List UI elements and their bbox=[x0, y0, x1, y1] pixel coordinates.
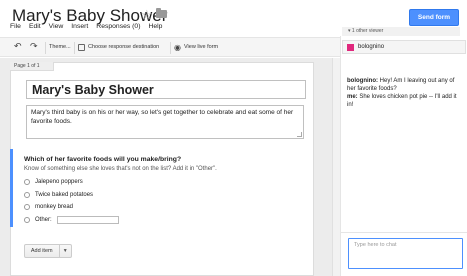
form-description-field[interactable]: Mary's third baby is on his or her way, … bbox=[26, 105, 304, 139]
chat-divider bbox=[340, 232, 467, 233]
question-help-text: Know of something else she loves that's … bbox=[24, 166, 217, 172]
menu-insert[interactable]: Insert bbox=[71, 23, 88, 35]
response-destination-button[interactable]: Choose response destination bbox=[78, 42, 159, 53]
star-icon[interactable]: ☆ bbox=[141, 7, 153, 23]
caret-down-icon: ▾ bbox=[348, 28, 351, 34]
folder-icon[interactable] bbox=[156, 8, 167, 18]
toolbar-divider bbox=[45, 42, 46, 54]
option-label: Jalepeno poppers bbox=[35, 179, 83, 185]
menu-file[interactable]: File bbox=[10, 23, 21, 35]
question-selected-bar bbox=[10, 149, 13, 227]
resize-handle-icon[interactable] bbox=[297, 132, 302, 137]
view-live-form-button[interactable]: ◉ View live form bbox=[174, 42, 218, 53]
theme-label: Theme... bbox=[49, 44, 71, 50]
menu-edit[interactable]: Edit bbox=[29, 23, 41, 35]
collaborator-row: bolognino bbox=[342, 40, 466, 54]
undo-button[interactable]: ↶ bbox=[14, 42, 22, 51]
option-label: monkey bread bbox=[35, 204, 74, 210]
menu-responses[interactable]: Responses (0) bbox=[96, 23, 140, 35]
spreadsheet-icon bbox=[78, 44, 85, 51]
toolbar: ↶ ↷ Theme... Choose response destination… bbox=[0, 37, 340, 57]
chat-input[interactable]: Type here to chat bbox=[348, 238, 463, 269]
option-other-label: Other: bbox=[35, 217, 52, 223]
radio-button[interactable] bbox=[24, 217, 30, 223]
menu-bar: File Edit View Insert Responses (0) Help bbox=[10, 23, 162, 35]
option-label: Twice baked potatoes bbox=[35, 192, 94, 198]
toolbar-divider bbox=[74, 42, 75, 54]
live-form-label: View live form bbox=[183, 44, 219, 50]
option-item[interactable]: Twice baked potatoes bbox=[24, 192, 93, 198]
collaborator-color-swatch bbox=[347, 43, 354, 51]
dropdown-arrow-icon[interactable]: ▼ bbox=[60, 248, 71, 254]
undo-icon: ↶ bbox=[14, 41, 22, 51]
viewers-indicator[interactable]: ▾ 1 other viewer bbox=[342, 27, 460, 36]
add-item-label: Add item bbox=[25, 245, 60, 257]
eye-icon: ◉ bbox=[174, 43, 181, 52]
option-other[interactable]: Other: bbox=[24, 216, 119, 224]
chat-message: me: She loves chicken pot pie -- I'll ad… bbox=[347, 94, 463, 109]
radio-button[interactable] bbox=[24, 192, 30, 198]
option-item[interactable]: monkey bread bbox=[24, 204, 73, 210]
chat-sender: me: bbox=[347, 94, 358, 100]
menu-help[interactable]: Help bbox=[148, 23, 162, 35]
toolbar-divider bbox=[170, 42, 171, 54]
other-input[interactable] bbox=[56, 216, 119, 224]
redo-button[interactable]: ↷ bbox=[30, 42, 38, 51]
theme-button[interactable]: Theme... bbox=[49, 42, 71, 53]
scrollbar[interactable] bbox=[332, 58, 340, 276]
chat-message: bolognino: Hey! Am I leaving out any of … bbox=[347, 78, 463, 93]
page-label: Page 1 of 1 bbox=[10, 62, 54, 71]
chat-sender: bolognino: bbox=[347, 78, 378, 84]
add-item-button[interactable]: Add item ▼ bbox=[24, 244, 72, 258]
viewers-label: 1 other viewer bbox=[351, 28, 384, 34]
option-item[interactable]: Jalepeno poppers bbox=[24, 179, 83, 185]
menu-view[interactable]: View bbox=[49, 23, 64, 35]
question-title[interactable]: Which of her favorite foods will you mak… bbox=[24, 156, 181, 163]
radio-button[interactable] bbox=[24, 204, 30, 210]
radio-button[interactable] bbox=[24, 179, 30, 185]
collaborator-name: bolognino bbox=[358, 44, 385, 50]
redo-icon: ↷ bbox=[30, 41, 38, 51]
chat-log: bolognino: Hey! Am I leaving out any of … bbox=[347, 78, 463, 110]
chat-text: She loves chicken pot pie -- I'll add it… bbox=[347, 94, 457, 108]
send-form-button[interactable]: Send form bbox=[409, 9, 459, 26]
destination-label: Choose response destination bbox=[88, 44, 160, 50]
form-title-field[interactable]: Mary's Baby Shower bbox=[26, 80, 306, 99]
